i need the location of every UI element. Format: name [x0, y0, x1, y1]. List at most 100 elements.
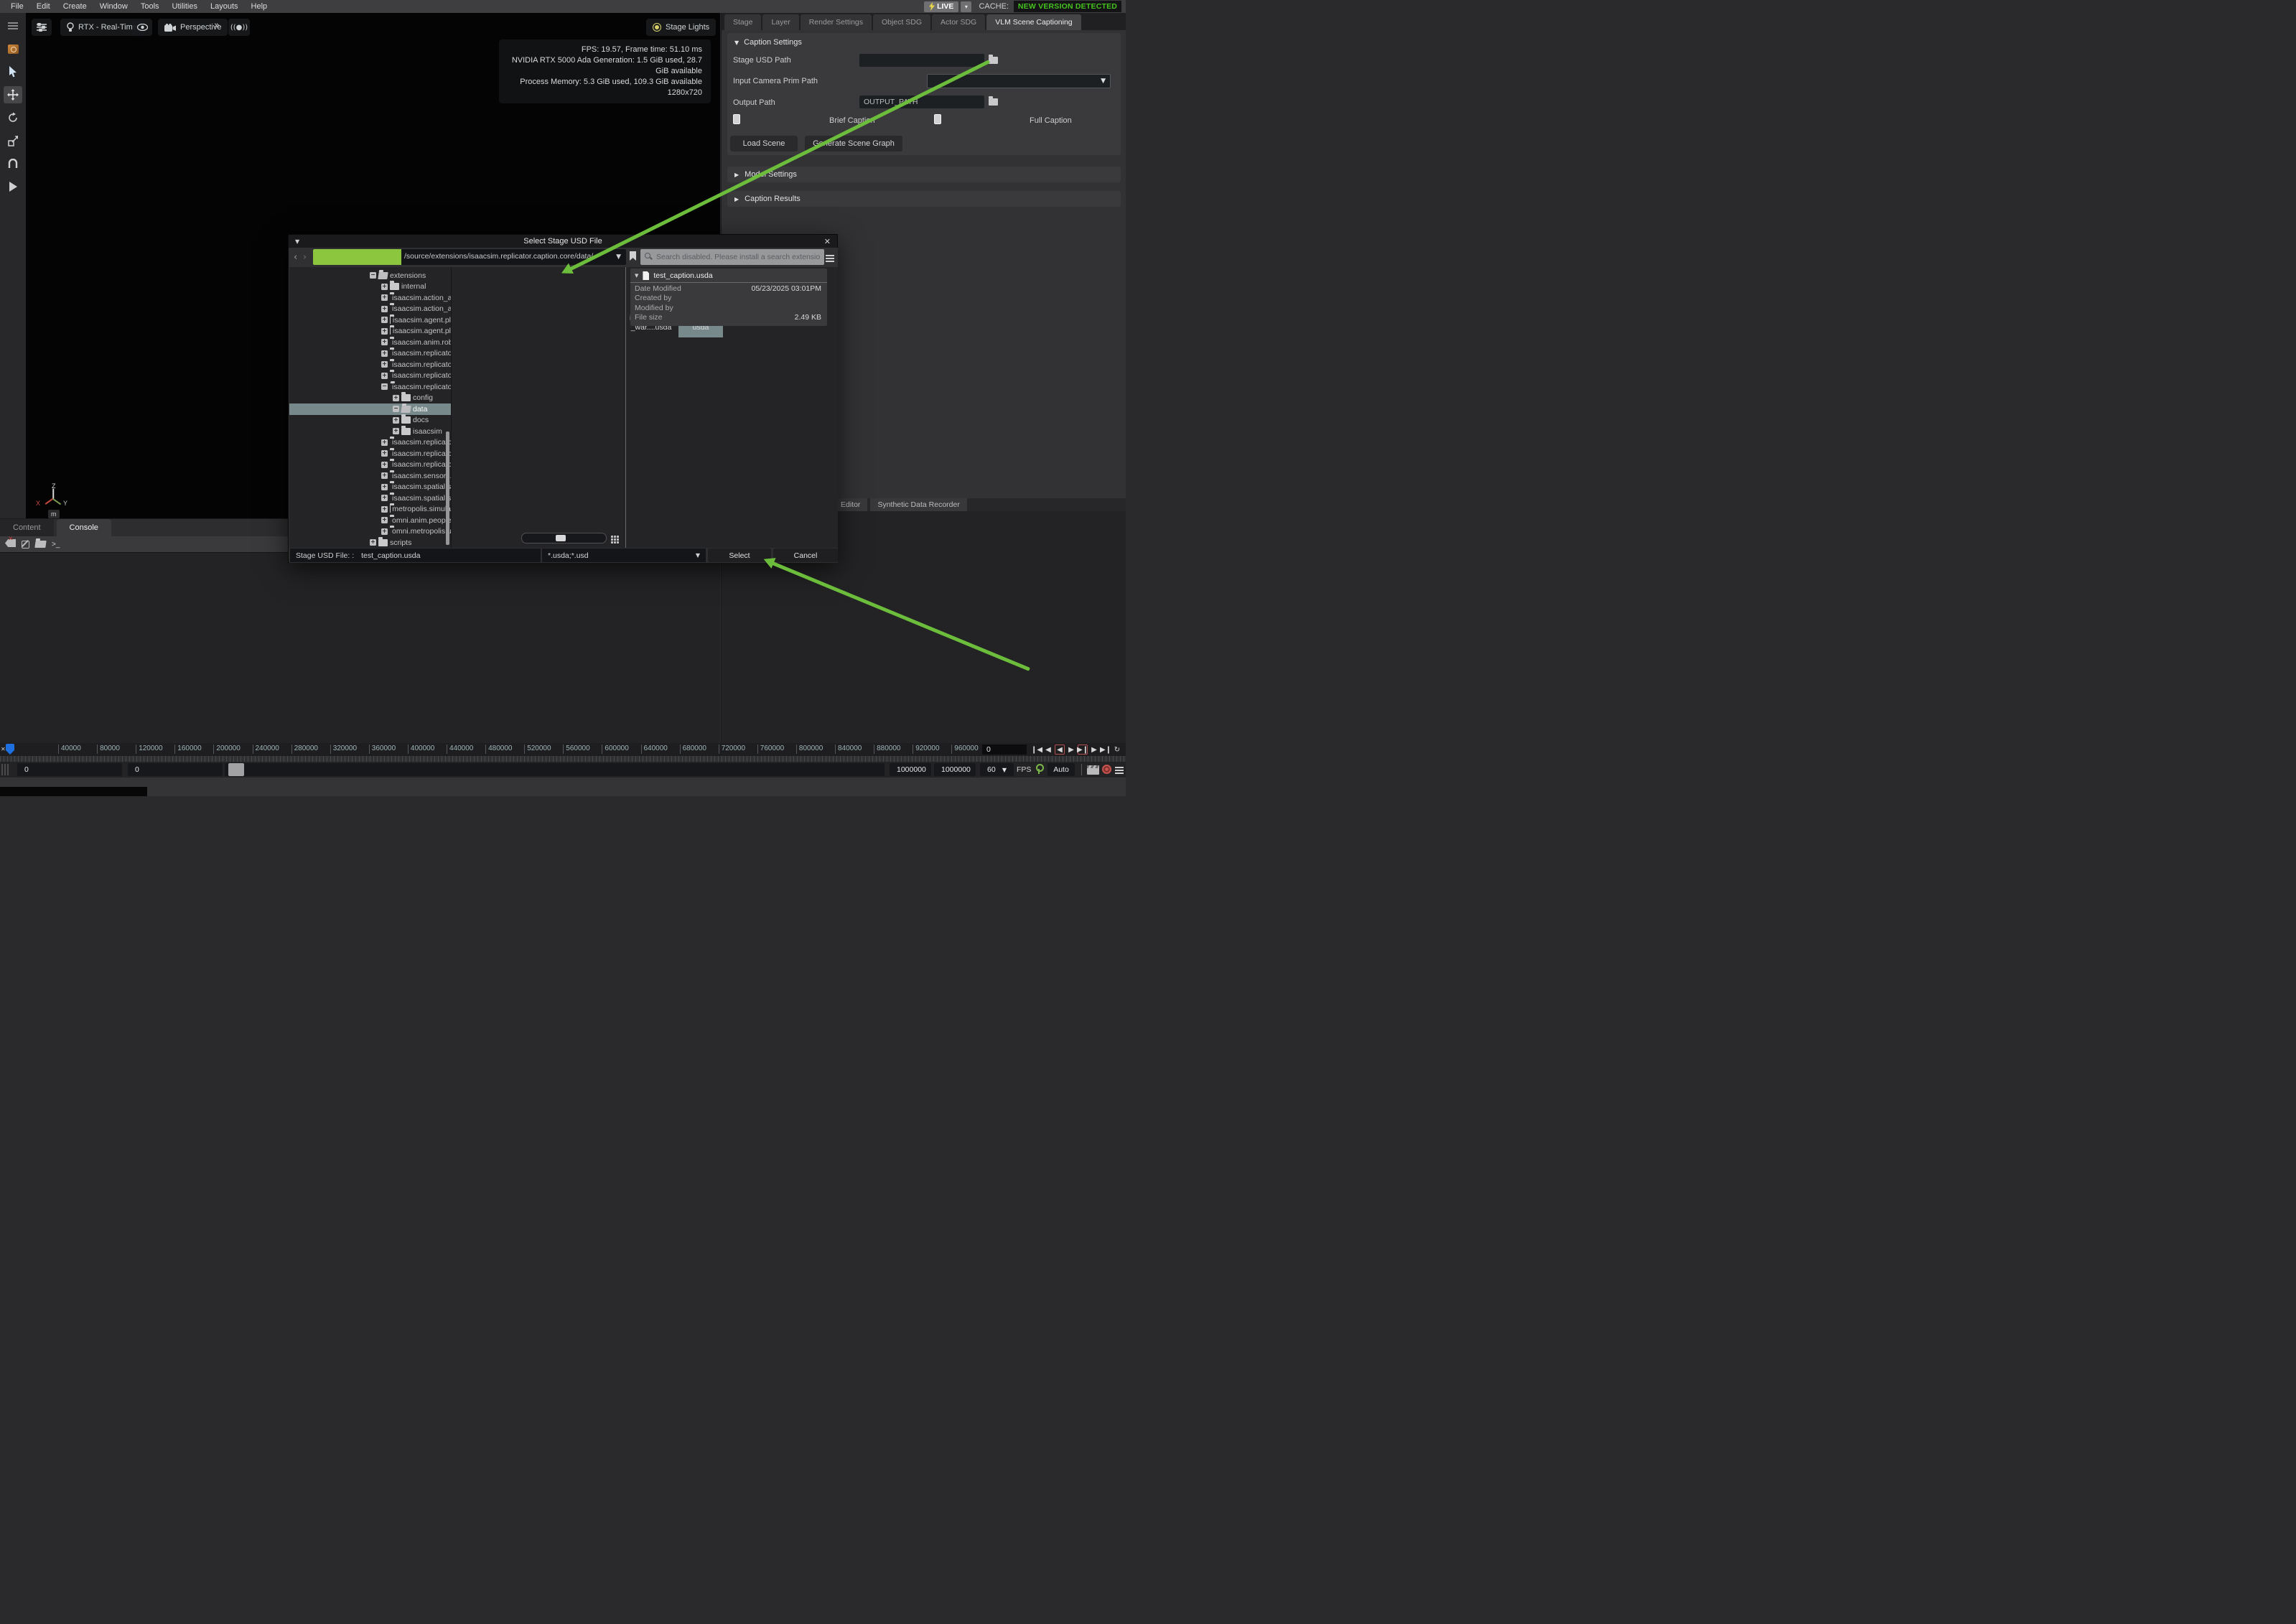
move-tool-icon[interactable] — [4, 86, 22, 103]
tree-item-isaacsim.replicato[interactable]: +isaacsim.replicato — [289, 459, 451, 471]
range-end-field[interactable]: 1000000 — [890, 763, 931, 776]
current-frame-field[interactable]: 0 — [982, 745, 1027, 755]
tree-item-isaacsim.spatial.s[interactable]: +isaacsim.spatial.s — [289, 493, 451, 504]
full-caption-checkbox[interactable] — [934, 114, 941, 124]
dialog-titlebar[interactable]: ▼ Select Stage USD File ✕ — [289, 235, 837, 248]
tab-layer[interactable]: Layer — [762, 14, 798, 30]
select-tool-icon[interactable] — [4, 63, 22, 80]
details-collapse-icon[interactable]: ▼ — [635, 273, 638, 279]
open-log-folder-icon[interactable] — [34, 541, 46, 548]
brief-caption-checkbox[interactable] — [733, 114, 740, 124]
expand-expander-icon[interactable]: + — [381, 439, 388, 446]
expand-expander-icon[interactable]: + — [381, 350, 388, 357]
caption-settings-header[interactable]: ▼ Caption Settings — [734, 38, 802, 47]
key-icon[interactable] — [1035, 764, 1043, 774]
tab-console[interactable]: Console — [57, 519, 111, 536]
next-frame-icon[interactable]: ▶❙ — [1078, 745, 1088, 755]
tree-item-isaacsim.anim.rob[interactable]: +isaacsim.anim.rob — [289, 337, 451, 348]
play-forward-icon[interactable]: ▶ — [1066, 745, 1076, 755]
range-start2-field[interactable]: 0 — [128, 763, 223, 776]
nav-forward-icon[interactable]: › — [303, 252, 307, 263]
toolbar-expand-chevron[interactable]: » — [214, 20, 220, 31]
tree-item-internal[interactable]: +internal — [289, 281, 451, 293]
tree-item-isaacsim.replicato[interactable]: +isaacsim.replicato — [289, 359, 451, 370]
tree-item-docs[interactable]: +docs — [289, 415, 451, 426]
tree-item-isaacsim.sensors.[interactable]: +isaacsim.sensors. — [289, 470, 451, 482]
stage-lights-button[interactable]: Stage Lights — [646, 19, 716, 36]
expand-expander-icon[interactable]: + — [393, 395, 399, 401]
skip-to-end-icon[interactable]: ▶❙ — [1101, 745, 1111, 755]
tab-content[interactable]: Content — [0, 519, 54, 536]
expand-expander-icon[interactable]: + — [381, 506, 388, 513]
tree-item-isaacsim.spatial.s[interactable]: +isaacsim.spatial.s — [289, 482, 451, 493]
timeline-scrollbar-handle[interactable] — [228, 763, 244, 776]
thumbnail-size-handle[interactable] — [556, 535, 566, 541]
console-prompt[interactable]: >_ — [52, 541, 60, 549]
expand-expander-icon[interactable]: + — [381, 517, 388, 523]
timeline-close-icon[interactable]: ✕ — [1, 746, 6, 752]
tab-object-sdg[interactable]: Object SDG — [873, 14, 930, 30]
expand-expander-icon[interactable]: + — [393, 428, 399, 434]
dialog-menu-icon[interactable] — [826, 253, 834, 263]
expand-expander-icon[interactable]: + — [381, 361, 388, 368]
tree-scrollbar[interactable] — [446, 431, 449, 545]
play-reverse-icon[interactable]: ◀ — [1055, 745, 1065, 755]
renderer-button[interactable]: RTX - Real-Time — [60, 19, 144, 36]
expand-expander-icon[interactable]: + — [381, 450, 388, 457]
tree-item-isaacsim.replicato[interactable]: +isaacsim.replicato — [289, 437, 451, 449]
console-output[interactable] — [0, 552, 720, 744]
tree-item-isaacsim.action_a[interactable]: +isaacsim.action_a — [289, 304, 451, 315]
clear-console-icon[interactable]: ✕ — [5, 538, 16, 551]
thumbnail-size-slider[interactable] — [521, 533, 607, 543]
rotate-tool-icon[interactable] — [4, 109, 22, 126]
tree-item-omni.metropolis.u[interactable]: +omni.metropolis.u — [289, 526, 451, 538]
loop-icon[interactable]: ↻ — [1112, 745, 1122, 755]
tree-item-data[interactable]: −data — [289, 403, 451, 415]
step-forward-icon[interactable]: ▶ — [1089, 745, 1099, 755]
menu-file[interactable]: File — [4, 2, 30, 11]
tree-item-extensions[interactable]: −extensions — [289, 270, 451, 281]
tree-item-isaacsim.replicato[interactable]: +isaacsim.replicato — [289, 370, 451, 382]
tree-item-omni.anim.people[interactable]: +omni.anim.people — [289, 515, 451, 526]
cancel-button[interactable]: Cancel — [773, 549, 838, 562]
auto-button[interactable]: Auto — [1047, 763, 1075, 776]
path-dropdown-icon[interactable]: ▼ — [616, 253, 621, 261]
tree-item-config[interactable]: +config — [289, 393, 451, 404]
tab-render-settings[interactable]: Render Settings — [801, 14, 872, 30]
menu-layouts[interactable]: Layouts — [204, 2, 245, 11]
range-end2-field[interactable]: 1000000 — [934, 763, 976, 776]
tree-item-isaacsim.replicato[interactable]: +isaacsim.replicato — [289, 448, 451, 459]
visibility-button[interactable] — [132, 19, 152, 36]
expand-expander-icon[interactable]: + — [381, 528, 388, 535]
search-input[interactable] — [640, 249, 824, 265]
tree-item-metropolis.simula[interactable]: +metropolis.simula — [289, 504, 451, 515]
skip-to-start-icon[interactable]: ❙◀ — [1032, 745, 1042, 755]
menu-edit[interactable]: Edit — [30, 2, 57, 11]
bookmark-icon[interactable] — [630, 251, 636, 261]
tree-item-isaacsim.action_a[interactable]: +isaacsim.action_a — [289, 292, 451, 304]
capture-icon[interactable] — [4, 40, 22, 57]
tab-editor[interactable]: Editor — [834, 498, 867, 511]
select-button[interactable]: Select — [708, 549, 771, 562]
load-scene-button[interactable]: Load Scene — [730, 136, 798, 151]
timeline-playhead[interactable] — [6, 744, 14, 755]
expand-expander-icon[interactable]: + — [381, 484, 388, 490]
collapse-expander-icon[interactable]: − — [370, 272, 376, 279]
expand-expander-icon[interactable]: + — [381, 462, 388, 468]
expand-expander-icon[interactable]: + — [381, 317, 388, 323]
tab-vlm-scene-captioning[interactable]: VLM Scene Captioning — [986, 14, 1081, 30]
nav-back-icon[interactable]: ‹ — [294, 252, 297, 263]
timeline-menu-icon[interactable] — [1115, 765, 1124, 775]
audio-button[interactable]: ((●)) — [228, 19, 250, 36]
tree-item-isaacsim.replicato[interactable]: −isaacsim.replicato — [289, 381, 451, 393]
file-type-filter-select[interactable]: *.usda;*.usd ▼ — [542, 549, 706, 562]
toolbar-menu-icon[interactable] — [4, 17, 22, 34]
expand-expander-icon[interactable]: + — [381, 294, 388, 301]
tree-item-isaacsim.replicato[interactable]: +isaacsim.replicato — [289, 348, 451, 360]
live-button[interactable]: LIVE — [924, 1, 958, 12]
tree-item-isaacsim[interactable]: +isaacsim — [289, 426, 451, 437]
tab-stage[interactable]: Stage — [724, 14, 761, 30]
stage-usd-path-browse-icon[interactable] — [989, 57, 998, 64]
expand-expander-icon[interactable]: + — [381, 306, 388, 312]
stage-usd-file-field[interactable]: Stage USD File: : test_caption.usda — [290, 549, 541, 562]
